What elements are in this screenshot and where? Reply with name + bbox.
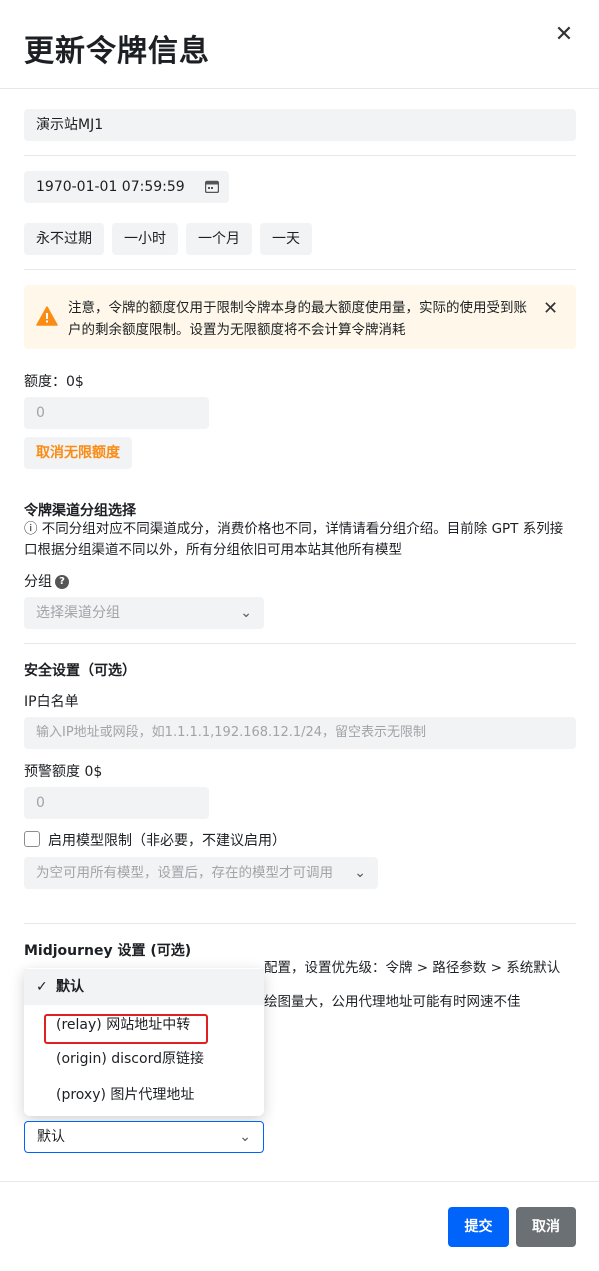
ip-whitelist-input[interactable]: 输入IP地址或网段，如1.1.1.1,192.168.12.1/24，留空表示无… (24, 717, 576, 749)
mode-select[interactable]: 默认 ⌄ (24, 1121, 264, 1153)
ip-whitelist-label: IP白名单 (24, 694, 79, 710)
model-limit-checkbox[interactable] (24, 831, 40, 847)
highlight-box (44, 1014, 208, 1044)
expiry-date-value: 1970-01-01 07:59:59 (36, 179, 185, 195)
group-label: 分组? (24, 571, 69, 591)
page-title: 更新令牌信息 (24, 34, 210, 69)
preset-never-button[interactable]: 永不过期 (24, 223, 104, 255)
midjourney-note-line2: 绘图量大，公用代理地址可能有时网速不佳 (264, 994, 521, 1010)
model-select[interactable]: 为空可用所有模型，设置后，存在的模型才可调用 ⌄ (24, 857, 378, 889)
preset-day-button[interactable]: 一天 (260, 223, 312, 255)
cancel-unlimited-quota-button[interactable]: 取消无限额度 (24, 437, 132, 469)
expiry-date-input[interactable]: 1970-01-01 07:59:59 (24, 171, 229, 203)
midjourney-heading: Midjourney 设置 (可选) (24, 943, 192, 959)
warning-close-icon[interactable]: ✕ (543, 298, 558, 319)
divider (24, 923, 576, 924)
warning-text: 注意，令牌的额度仅用于限制令牌本身的最大额度使用量，实际的使用受到账户的剩余额度… (68, 300, 527, 338)
divider (24, 269, 576, 270)
group-select[interactable]: 选择渠道分组 ⌄ (24, 597, 264, 629)
warning-icon (36, 306, 58, 326)
preset-hour-button[interactable]: 一小时 (112, 223, 178, 255)
divider (24, 643, 576, 644)
dropdown-option-label: 默认 (56, 979, 84, 995)
group-select-placeholder: 选择渠道分组 (36, 605, 120, 621)
alert-quota-label: 预警额度 0$ (24, 764, 103, 780)
group-heading: 令牌渠道分组选择 (24, 503, 136, 519)
midjourney-note-line1: 配置，设置优先级：令牌 > 路径参数 > 系统默认 (264, 960, 561, 976)
divider (0, 88, 599, 89)
alert-quota-input[interactable]: 0 (24, 787, 209, 819)
preset-month-button[interactable]: 一个月 (186, 223, 252, 255)
chevron-down-icon: ⌄ (240, 605, 252, 621)
submit-button[interactable]: 提交 (448, 1207, 509, 1247)
token-name-input[interactable]: 演示站MJ1 (24, 109, 576, 141)
dropdown-option-proxy[interactable]: (proxy) 图片代理地址 (24, 1077, 264, 1113)
model-select-placeholder: 为空可用所有模型，设置后，存在的模型才可调用 (36, 865, 333, 881)
group-note: ⓘ 不同分组对应不同渠道成分，消费价格也不同，详情请看分组介绍。目前除 GPT … (24, 521, 564, 558)
calendar-icon[interactable] (205, 180, 219, 193)
check-icon: ✓ (36, 979, 48, 995)
security-heading: 安全设置（可选） (24, 663, 136, 679)
quota-input[interactable]: 0 (24, 397, 209, 429)
quota-label: 额度：0$ (24, 374, 84, 390)
cancel-button[interactable]: 取消 (516, 1207, 576, 1247)
divider (0, 1181, 599, 1182)
group-label-text: 分组 (24, 574, 52, 590)
chevron-down-icon: ⌄ (239, 1129, 251, 1145)
close-icon[interactable]: ✕ (551, 22, 577, 48)
divider (24, 155, 576, 156)
chevron-down-icon: ⌄ (354, 865, 366, 881)
model-limit-label[interactable]: 启用模型限制（非必要，不建议启用） (48, 830, 286, 850)
dropdown-option-origin[interactable]: (origin) discord原链接 (24, 1041, 264, 1077)
dropdown-option-default[interactable]: ✓ 默认 (24, 969, 264, 1005)
help-icon[interactable]: ? (55, 575, 69, 589)
mode-select-value: 默认 (37, 1129, 65, 1145)
